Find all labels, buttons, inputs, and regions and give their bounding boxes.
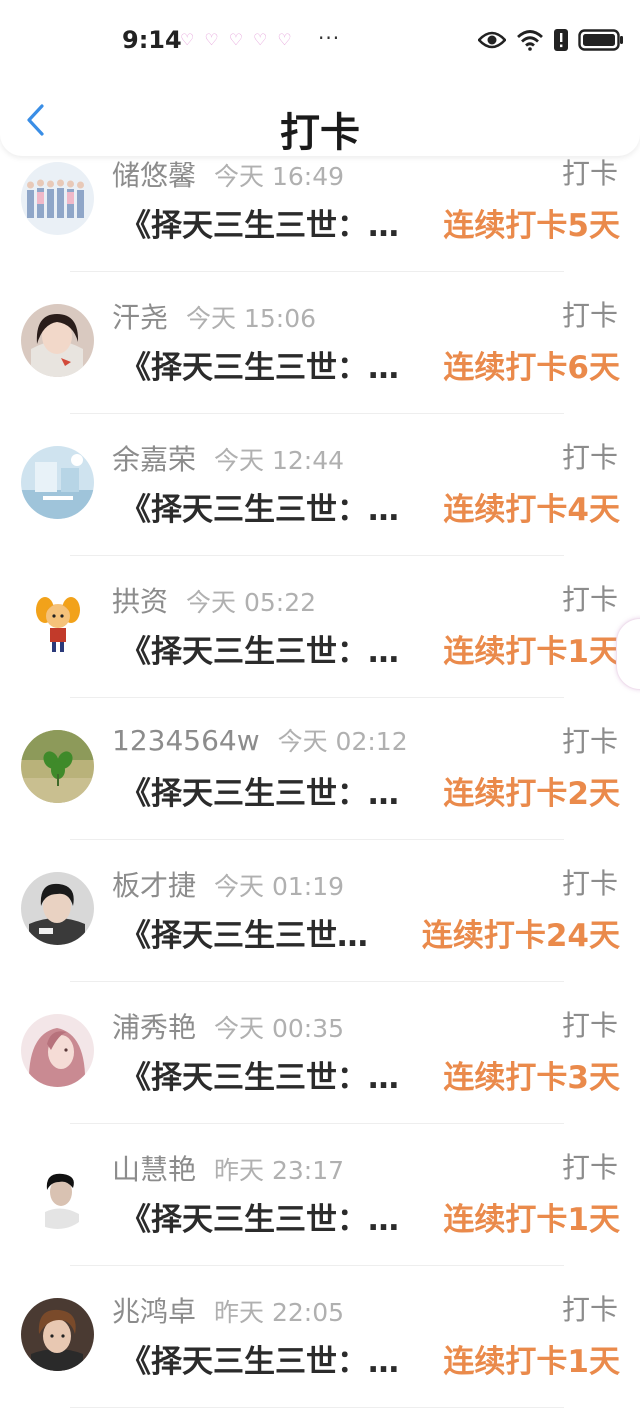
heart-icon: ♡ xyxy=(204,30,219,49)
list-item[interactable]: 汗尧 今天 15:06 打卡 《择天三生三世：… 连续打卡6天 xyxy=(0,272,640,414)
book-title[interactable]: 《择天三生三世… xyxy=(120,910,368,955)
status-time: 9:14 xyxy=(122,26,182,54)
wifi-icon xyxy=(516,29,544,51)
list-item[interactable]: 拱资 今天 05:22 打卡 《择天三生三世：… 连续打卡1天 xyxy=(0,556,640,698)
action-label: 打卡 xyxy=(561,725,618,758)
list-item[interactable]: 浦秀艳 今天 00:35 打卡 《择天三生三世：… 连续打卡3天 xyxy=(0,982,640,1124)
page-title: 打卡 xyxy=(280,110,360,156)
status-icons xyxy=(478,26,624,54)
user-name[interactable]: 板才捷 xyxy=(112,864,196,904)
name-line: 储悠馨 今天 16:49 xyxy=(112,154,344,194)
heart-icon: ♡ xyxy=(228,30,244,49)
more-notifications-icon: ··· xyxy=(318,26,341,50)
heart-icon: ♡ xyxy=(277,30,292,49)
avatar[interactable] xyxy=(21,872,94,945)
user-name[interactable]: 浦秀艳 xyxy=(112,1006,196,1046)
name-line: 兆鸿卓 昨天 22:05 xyxy=(112,1290,344,1330)
book-title[interactable]: 《择天三生三世：… xyxy=(120,342,399,387)
name-line: 浦秀艳 今天 00:35 xyxy=(112,1006,344,1046)
action-label: 打卡 xyxy=(561,867,618,900)
action-label: 打卡 xyxy=(561,157,618,190)
action-label: 打卡 xyxy=(561,1293,618,1326)
book-title[interactable]: 《择天三生三世：… xyxy=(120,768,399,813)
content-line: 《择天三生三世：… 连续打卡1天 xyxy=(120,1336,620,1381)
post-time: 昨天 23:17 xyxy=(214,1156,345,1185)
user-name[interactable]: 拱资 xyxy=(112,580,168,620)
post-time: 今天 15:06 xyxy=(186,304,317,333)
user-name[interactable]: 余嘉荣 xyxy=(112,438,196,478)
name-line: 余嘉荣 今天 12:44 xyxy=(112,438,344,478)
content-line: 《择天三生三世：… 连续打卡1天 xyxy=(120,1194,620,1239)
content-line: 《择天三生三世：… 连续打卡1天 xyxy=(120,626,620,671)
avatar[interactable] xyxy=(21,1156,94,1229)
alert-icon xyxy=(554,29,568,51)
notification-hearts: ♡ ♡ ♡ ♡ ♡ xyxy=(180,30,292,50)
content-line: 《择天三生三世… 连续打卡24天 xyxy=(120,910,620,955)
streak-label: 连续打卡1天 xyxy=(441,1194,620,1239)
user-name[interactable]: 储悠馨 xyxy=(112,154,196,194)
list-item[interactable]: 兆鸿卓 昨天 22:05 打卡 《择天三生三世：… 连续打卡1天 xyxy=(0,1266,640,1408)
eye-icon xyxy=(478,30,506,50)
book-title[interactable]: 《择天三生三世：… xyxy=(120,1194,399,1239)
list-item[interactable]: 板才捷 今天 01:19 打卡 《择天三生三世… 连续打卡24天 xyxy=(0,840,640,982)
floating-assistant-button[interactable] xyxy=(616,618,640,690)
book-title[interactable]: 《择天三生三世：… xyxy=(120,484,399,529)
nav-bar: 打卡 xyxy=(0,90,640,156)
avatar[interactable] xyxy=(21,730,94,803)
action-label: 打卡 xyxy=(561,1009,618,1042)
avatar[interactable] xyxy=(21,1298,94,1371)
post-time: 今天 02:12 xyxy=(277,727,408,756)
book-title[interactable]: 《择天三生三世：… xyxy=(120,1052,399,1097)
heart-icon: ♡ xyxy=(180,30,195,49)
post-time: 昨天 22:05 xyxy=(214,1298,345,1327)
name-line: 拱资 今天 05:22 xyxy=(112,580,316,620)
streak-label: 连续打卡6天 xyxy=(441,342,620,387)
avatar[interactable] xyxy=(21,162,94,235)
streak-label: 连续打卡5天 xyxy=(441,200,620,245)
name-line: 板才捷 今天 01:19 xyxy=(112,864,344,904)
content-line: 《择天三生三世：… 连续打卡6天 xyxy=(120,342,620,387)
streak-label: 连续打卡1天 xyxy=(441,626,620,671)
content-line: 《择天三生三世：… 连续打卡3天 xyxy=(120,1052,620,1097)
user-name[interactable]: 1234564w xyxy=(112,724,260,757)
streak-label: 连续打卡1天 xyxy=(441,1336,620,1381)
action-label: 打卡 xyxy=(561,583,618,616)
post-time: 今天 16:49 xyxy=(214,162,345,191)
avatar[interactable] xyxy=(21,446,94,519)
battery-icon xyxy=(578,29,624,51)
list-item[interactable]: 山慧艳 昨天 23:17 打卡 《择天三生三世：… 连续打卡1天 xyxy=(0,1124,640,1266)
name-line: 汗尧 今天 15:06 xyxy=(112,296,316,336)
checkin-list: 储悠馨 今天 16:49 打卡 《择天三生三世：… 连续打卡5天 汗尧 今天 1… xyxy=(0,130,640,1408)
status-bar: 9:14 ♡ ♡ ♡ ♡ ♡ ··· xyxy=(0,0,640,80)
user-name[interactable]: 山慧艳 xyxy=(112,1148,196,1188)
heart-icon: ♡ xyxy=(253,30,268,49)
action-label: 打卡 xyxy=(561,1151,618,1184)
post-time: 今天 12:44 xyxy=(214,446,345,475)
action-label: 打卡 xyxy=(561,299,618,332)
user-name[interactable]: 汗尧 xyxy=(112,296,168,336)
name-line: 山慧艳 昨天 23:17 xyxy=(112,1148,344,1188)
book-title[interactable]: 《择天三生三世：… xyxy=(120,200,399,245)
avatar[interactable] xyxy=(21,1014,94,1087)
book-title[interactable]: 《择天三生三世：… xyxy=(120,1336,399,1381)
book-title[interactable]: 《择天三生三世：… xyxy=(120,626,399,671)
content-line: 《择天三生三世：… 连续打卡5天 xyxy=(120,200,620,245)
avatar[interactable] xyxy=(21,588,94,661)
content-line: 《择天三生三世：… 连续打卡4天 xyxy=(120,484,620,529)
name-line: 1234564w 今天 02:12 xyxy=(112,722,408,758)
streak-label: 连续打卡4天 xyxy=(441,484,620,529)
header: 9:14 ♡ ♡ ♡ ♡ ♡ ··· 打卡 xyxy=(0,0,640,156)
streak-label: 连续打卡3天 xyxy=(441,1052,620,1097)
streak-label: 连续打卡24天 xyxy=(419,910,620,955)
list-item[interactable]: 1234564w 今天 02:12 打卡 《择天三生三世：… 连续打卡2天 xyxy=(0,698,640,840)
post-time: 今天 01:19 xyxy=(214,872,345,901)
post-time: 今天 00:35 xyxy=(214,1014,345,1043)
streak-label: 连续打卡2天 xyxy=(441,768,620,813)
action-label: 打卡 xyxy=(561,441,618,474)
list-item[interactable]: 余嘉荣 今天 12:44 打卡 《择天三生三世：… 连续打卡4天 xyxy=(0,414,640,556)
post-time: 今天 05:22 xyxy=(186,588,317,617)
avatar[interactable] xyxy=(21,304,94,377)
content-line: 《择天三生三世：… 连续打卡2天 xyxy=(120,768,620,813)
user-name[interactable]: 兆鸿卓 xyxy=(112,1290,196,1330)
